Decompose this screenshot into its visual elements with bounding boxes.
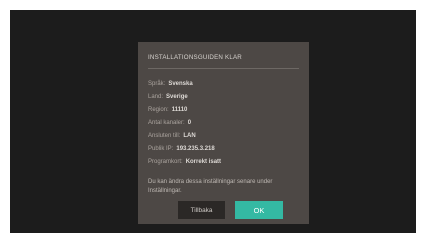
info-row-channel-count: Antal kanaler: 0 bbox=[148, 120, 191, 126]
info-row-program-card: Programkort: Korrekt isatt bbox=[148, 159, 221, 165]
tv-frame: INSTALLATIONSGUIDEN KLAR Språk: Svenska L… bbox=[0, 0, 427, 243]
dialog-title: INSTALLATIONSGUIDEN KLAR bbox=[148, 54, 242, 61]
info-row-public-ip: Publik IP: 193.235.3.218 bbox=[148, 146, 215, 152]
info-label: Antal kanaler: bbox=[148, 120, 185, 126]
info-row-region: Region: 11110 bbox=[148, 107, 187, 113]
info-label: Ansluten till: bbox=[148, 133, 181, 139]
title-divider bbox=[148, 68, 299, 69]
settings-note: Du kan ändra dessa inställningar senare … bbox=[148, 179, 273, 194]
info-value: Korrekt isatt bbox=[185, 159, 222, 165]
info-label: Publik IP: bbox=[148, 146, 174, 152]
info-value: LAN bbox=[183, 133, 196, 139]
info-value: Sverige bbox=[166, 94, 188, 100]
info-row-country: Land: Sverige bbox=[148, 94, 188, 100]
info-value: Svenska bbox=[168, 81, 193, 87]
info-row-language: Språk: Svenska bbox=[148, 81, 193, 87]
info-label: Programkort: bbox=[148, 159, 183, 165]
info-label: Region: bbox=[148, 107, 169, 113]
setup-complete-dialog: INSTALLATIONSGUIDEN KLAR Språk: Svenska L… bbox=[138, 42, 309, 224]
info-value: 11110 bbox=[171, 107, 188, 113]
info-value: 193.235.3.218 bbox=[176, 146, 215, 152]
info-label: Språk: bbox=[148, 81, 166, 87]
back-button[interactable]: Tillbaka bbox=[178, 201, 225, 219]
info-value: 0 bbox=[187, 120, 192, 126]
info-label: Land: bbox=[148, 94, 164, 100]
ok-button[interactable]: OK bbox=[235, 201, 283, 219]
info-row-connection: Ansluten till: LAN bbox=[148, 133, 196, 139]
screen: INSTALLATIONSGUIDEN KLAR Språk: Svenska L… bbox=[10, 10, 416, 233]
